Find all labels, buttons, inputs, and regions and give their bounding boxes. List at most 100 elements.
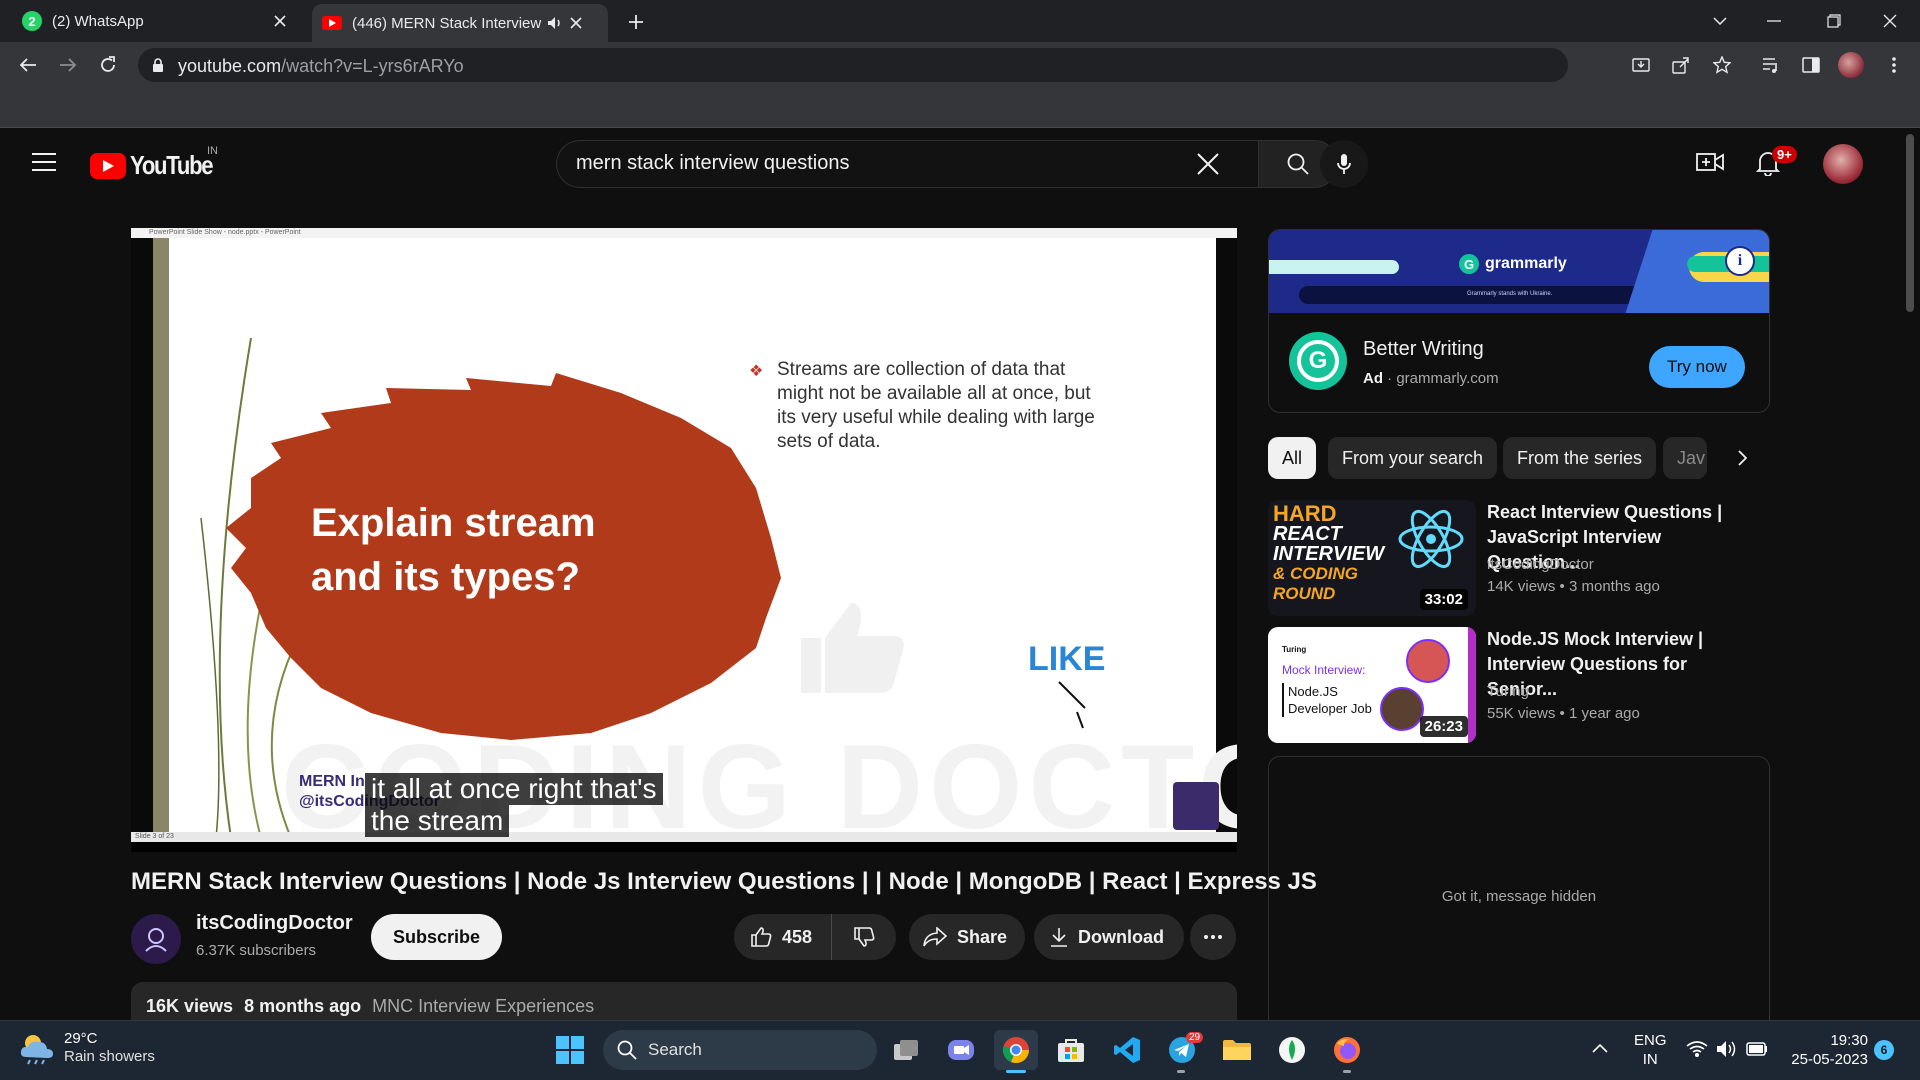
recommendation-channel[interactable]: itsCodingDoctor <box>1487 556 1594 573</box>
ad-banner[interactable]: G grammarly Grammarly stands with Ukrain… <box>1269 230 1769 313</box>
grammarly-g-icon: G <box>1459 254 1479 274</box>
hidden-message: Got it, message hidden <box>1441 888 1597 905</box>
language-indicator[interactable]: ENG IN <box>1634 1031 1667 1069</box>
start-button[interactable] <box>548 1030 592 1070</box>
mongodb-compass-icon[interactable] <box>1270 1030 1314 1070</box>
subscriber-count: 6.37K subscribers <box>196 942 317 959</box>
scrollbar-thumb[interactable] <box>1906 134 1914 312</box>
media-queue-icon[interactable] <box>1755 49 1787 81</box>
download-button[interactable]: Download <box>1034 914 1184 960</box>
restore-icon[interactable] <box>1804 0 1864 42</box>
share-page-icon[interactable] <box>1665 49 1697 81</box>
weather-condition: Rain showers <box>64 1048 155 1065</box>
video-player[interactable]: PowerPoint Slide Show - node.pptx - Powe… <box>131 228 1237 852</box>
new-tab-button[interactable] <box>622 8 650 36</box>
voice-search-button[interactable] <box>1320 140 1368 188</box>
chips-next-chevron-icon[interactable] <box>1724 440 1760 476</box>
create-video-icon[interactable] <box>1696 150 1724 174</box>
more-horizontal-icon <box>1204 935 1222 939</box>
chip-java[interactable]: Jav <box>1663 437 1707 479</box>
weather-widget[interactable]: 29°C Rain showers <box>18 1030 155 1066</box>
firefox-icon[interactable] <box>1325 1030 1369 1070</box>
clear-search-icon[interactable] <box>1196 152 1220 176</box>
hashtag-link[interactable]: MNC Interview Experiences <box>372 996 594 1016</box>
chrome-icon[interactable] <box>994 1030 1038 1070</box>
volume-icon[interactable] <box>1716 1040 1738 1058</box>
chip-all[interactable]: All <box>1268 437 1317 479</box>
advertiser-logo[interactable]: G <box>1289 332 1347 390</box>
vscode-icon[interactable] <box>1105 1030 1149 1070</box>
taskbar-search-icon <box>617 1040 637 1060</box>
try-now-button[interactable]: Try now <box>1649 346 1745 388</box>
chip-from-your-search[interactable]: From your search <box>1328 437 1498 479</box>
share-button[interactable]: Share <box>909 914 1026 960</box>
notification-badge: 9+ <box>1772 146 1797 163</box>
coding-doctor-logo-icon <box>145 928 167 952</box>
candidate-avatar <box>1380 687 1424 731</box>
recommendation-thumbnail[interactable]: Turing Mock Interview: Node.JS Developer… <box>1268 627 1476 743</box>
tab-whatsapp[interactable]: 2 (2) WhatsApp <box>12 0 308 42</box>
forward-arrow-icon[interactable] <box>52 49 84 81</box>
upload-age: 8 months ago <box>244 996 362 1016</box>
minimize-icon[interactable] <box>1744 0 1804 42</box>
youtube-play-icon <box>90 152 126 179</box>
thumb-accent-bar <box>1468 627 1476 743</box>
tab-youtube[interactable]: (446) MERN Stack Interview Q <box>312 4 608 42</box>
grammarly-banner-logo: G grammarly <box>1459 254 1567 274</box>
wifi-icon[interactable] <box>1686 1040 1708 1058</box>
side-panel-icon[interactable] <box>1795 49 1827 81</box>
close-icon[interactable] <box>270 11 290 31</box>
account-avatar[interactable] <box>1823 144 1863 184</box>
task-view-icon[interactable] <box>884 1030 928 1070</box>
hamburger-menu-icon[interactable] <box>32 152 56 172</box>
profile-avatar[interactable] <box>1838 52 1864 78</box>
chip-from-the-series[interactable]: From the series <box>1503 437 1657 479</box>
taskbar-search[interactable] <box>603 1030 877 1070</box>
youtube-wordmark: YouTube <box>130 150 214 180</box>
thumb-text: HARD REACT INTERVIEW & CODING ROUND <box>1273 501 1385 604</box>
rain-cloud-icon <box>20 1035 53 1065</box>
hidden-icons-chevron-icon[interactable] <box>1592 1043 1608 1053</box>
recommendation-channel[interactable]: Turing <box>1487 683 1529 700</box>
recommendation-thumbnail[interactable]: HARD REACT INTERVIEW & CODING ROUND 33:0… <box>1268 500 1476 616</box>
slide-status-bar: Slide 3 of 23 <box>131 832 1237 842</box>
like-text: LIKE <box>1028 640 1106 678</box>
thumbs-down-icon <box>853 926 875 948</box>
download-icon <box>1050 927 1068 947</box>
tab-title: (2) WhatsApp <box>52 12 144 30</box>
microsoft-store-icon[interactable] <box>1049 1030 1093 1070</box>
slide-content: CODING DOCTOR Explain stream and its typ… <box>131 238 1237 852</box>
ad-card[interactable]: G grammarly Grammarly stands with Ukrain… <box>1268 229 1770 413</box>
channel-avatar[interactable] <box>131 914 181 964</box>
url-text[interactable]: youtube.com/watch?v=L-yrs6rARYo <box>178 56 464 77</box>
back-arrow-icon[interactable] <box>12 49 44 81</box>
file-explorer-icon[interactable] <box>1215 1030 1259 1070</box>
install-app-icon[interactable] <box>1625 49 1657 81</box>
close-icon[interactable] <box>566 13 586 33</box>
clock[interactable]: 19:30 25-05-2023 <box>1784 1031 1868 1069</box>
dislike-button[interactable] <box>832 914 896 960</box>
lock-icon[interactable] <box>152 58 164 73</box>
more-actions-button[interactable] <box>1190 914 1236 960</box>
reload-icon[interactable] <box>92 49 124 81</box>
ad-info-icon[interactable]: i <box>1725 246 1755 276</box>
like-button[interactable]: 458 <box>734 914 832 960</box>
tab-search-chevron-icon[interactable] <box>1690 0 1750 42</box>
battery-icon[interactable] <box>1746 1042 1768 1056</box>
windows-logo-icon <box>556 1036 584 1064</box>
arrow-cursor-icon <box>1058 681 1086 729</box>
bookmark-star-icon[interactable] <box>1706 49 1738 81</box>
bookmarks-bar <box>0 88 1920 128</box>
search-input[interactable]: mern stack interview questions <box>576 152 849 175</box>
speaker-icon[interactable] <box>544 16 566 30</box>
close-window-icon[interactable] <box>1860 0 1920 42</box>
teams-chat-icon[interactable] <box>939 1030 983 1070</box>
taskbar-search-label: Search <box>648 1040 702 1059</box>
subscribe-button[interactable]: Subscribe <box>371 914 503 960</box>
kebab-menu-icon[interactable] <box>1878 49 1910 81</box>
slide-bullet-marker: ❖ <box>749 363 764 380</box>
channel-name[interactable]: itsCodingDoctor <box>196 912 353 935</box>
thumb-text: Turing Mock Interview: Node.JS Developer… <box>1282 645 1372 717</box>
notification-count-badge[interactable]: 6 <box>1874 1040 1894 1060</box>
ad-title: Better Writing <box>1363 338 1484 360</box>
